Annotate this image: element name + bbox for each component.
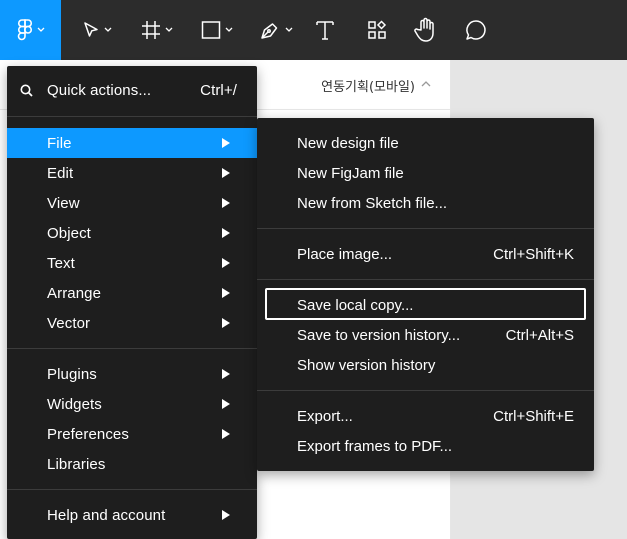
menu-separator <box>7 348 257 349</box>
menu-item-label: File <box>47 134 72 152</box>
submenu-arrow-icon <box>222 168 230 178</box>
pen-tool-icon <box>261 23 278 39</box>
menu-item-label: Export... <box>297 407 353 425</box>
menu-item-label: Save to version history... <box>297 326 461 344</box>
submenu-arrow-icon <box>222 318 230 328</box>
submenu-arrow-icon <box>222 399 230 409</box>
menu-item-export-frames-to-pdf[interactable]: Export frames to PDF... <box>257 431 594 461</box>
resources-button[interactable] <box>364 0 390 60</box>
menu-item-show-version-history[interactable]: Show version history <box>257 350 594 380</box>
menu-item-preferences[interactable]: Preferences <box>7 419 257 449</box>
shape-tool-icon <box>201 21 221 39</box>
menu-item-shortcut: Ctrl+Shift+E <box>493 407 574 425</box>
submenu-arrow-icon <box>222 228 230 238</box>
page-name[interactable]: 연동기획(모바일) <box>321 76 415 95</box>
menu-item-save-local-copy[interactable]: Save local copy... <box>257 290 594 320</box>
menu-item-shortcut: Ctrl+Alt+S <box>505 326 574 344</box>
submenu-arrow-icon <box>222 198 230 208</box>
submenu-arrow-icon <box>222 258 230 268</box>
search-icon <box>20 84 33 97</box>
menu-item-label: Edit <box>47 164 74 182</box>
menu-separator <box>257 228 594 229</box>
menu-item-label: Arrange <box>47 284 102 302</box>
menu-item-new-from-sketch-file[interactable]: New from Sketch file... <box>257 188 594 218</box>
menu-item-label: New design file <box>297 134 399 152</box>
chevron-down-icon <box>225 27 233 32</box>
text-tool-button[interactable] <box>312 0 338 60</box>
menu-item-label: Preferences <box>47 425 129 443</box>
menu-item-label: Libraries <box>47 455 106 473</box>
resources-icon <box>368 20 387 39</box>
menu-item-save-to-version-history[interactable]: Save to version history... Ctrl+Alt+S <box>257 320 594 350</box>
menu-item-new-design-file[interactable]: New design file <box>257 128 594 158</box>
menu-item-label: Place image... <box>297 245 393 263</box>
shape-tool-button[interactable] <box>195 0 239 60</box>
submenu-arrow-icon <box>222 429 230 439</box>
menu-item-label: Export frames to PDF... <box>297 437 453 455</box>
frame-tool-icon <box>142 21 160 39</box>
menu-item-label: Vector <box>47 314 91 332</box>
menu-item-label: New FigJam file <box>297 164 404 182</box>
menu-item-label: New from Sketch file... <box>297 194 448 212</box>
menu-item-shortcut: Ctrl+Shift+K <box>493 245 574 263</box>
menu-item-libraries[interactable]: Libraries <box>7 449 257 479</box>
chevron-down-icon <box>37 27 44 32</box>
menu-item-view[interactable]: View <box>7 188 257 218</box>
chevron-up-icon[interactable] <box>421 80 431 87</box>
move-tool-icon <box>84 22 98 37</box>
main-menu: Quick actions... Ctrl+/ File Edit View O… <box>7 66 257 539</box>
menu-item-label: Quick actions... <box>47 81 152 99</box>
hand-tool-icon <box>414 17 434 42</box>
submenu-arrow-icon <box>222 510 230 520</box>
hand-tool-button[interactable] <box>412 0 440 60</box>
menu-item-label: View <box>47 194 80 212</box>
menu-item-shortcut: Ctrl+/ <box>200 81 237 99</box>
menu-separator <box>7 116 257 117</box>
menu-item-new-figjam-file[interactable]: New FigJam file <box>257 158 594 188</box>
file-submenu: New design file New FigJam file New from… <box>257 118 594 471</box>
chevron-down-icon <box>285 27 293 32</box>
menu-item-export[interactable]: Export... Ctrl+Shift+E <box>257 401 594 431</box>
move-tool-button[interactable] <box>76 0 118 60</box>
menu-separator <box>257 279 594 280</box>
menu-item-file[interactable]: File <box>7 128 257 158</box>
menu-item-vector[interactable]: Vector <box>7 308 257 338</box>
comment-button[interactable] <box>462 0 490 60</box>
menu-item-text[interactable]: Text <box>7 248 257 278</box>
menu-item-help-and-account[interactable]: Help and account <box>7 500 257 530</box>
menu-item-object[interactable]: Object <box>7 218 257 248</box>
menu-item-label: Save local copy... <box>297 296 414 314</box>
submenu-arrow-icon <box>222 369 230 379</box>
figma-logo-icon <box>17 19 32 41</box>
main-menu-button[interactable] <box>0 0 61 60</box>
submenu-arrow-icon <box>222 288 230 298</box>
menu-item-widgets[interactable]: Widgets <box>7 389 257 419</box>
toolbar <box>0 0 627 60</box>
chevron-down-icon <box>104 27 112 32</box>
menu-separator <box>257 390 594 391</box>
menu-item-edit[interactable]: Edit <box>7 158 257 188</box>
text-tool-icon <box>316 21 334 40</box>
menu-item-label: Plugins <box>47 365 97 383</box>
frame-tool-button[interactable] <box>136 0 178 60</box>
menu-item-arrange[interactable]: Arrange <box>7 278 257 308</box>
menu-item-quick-actions[interactable]: Quick actions... Ctrl+/ <box>7 75 257 105</box>
comment-icon <box>466 20 486 40</box>
menu-item-label: Help and account <box>47 506 166 524</box>
menu-item-label: Object <box>47 224 91 242</box>
pen-tool-button[interactable] <box>254 0 298 60</box>
menu-item-label: Widgets <box>47 395 102 413</box>
menu-item-place-image[interactable]: Place image... Ctrl+Shift+K <box>257 239 594 269</box>
menu-separator <box>7 489 257 490</box>
menu-item-label: Show version history <box>297 356 436 374</box>
menu-item-label: Text <box>47 254 75 272</box>
menu-item-plugins[interactable]: Plugins <box>7 359 257 389</box>
chevron-down-icon <box>165 27 173 32</box>
submenu-arrow-icon <box>222 138 230 148</box>
